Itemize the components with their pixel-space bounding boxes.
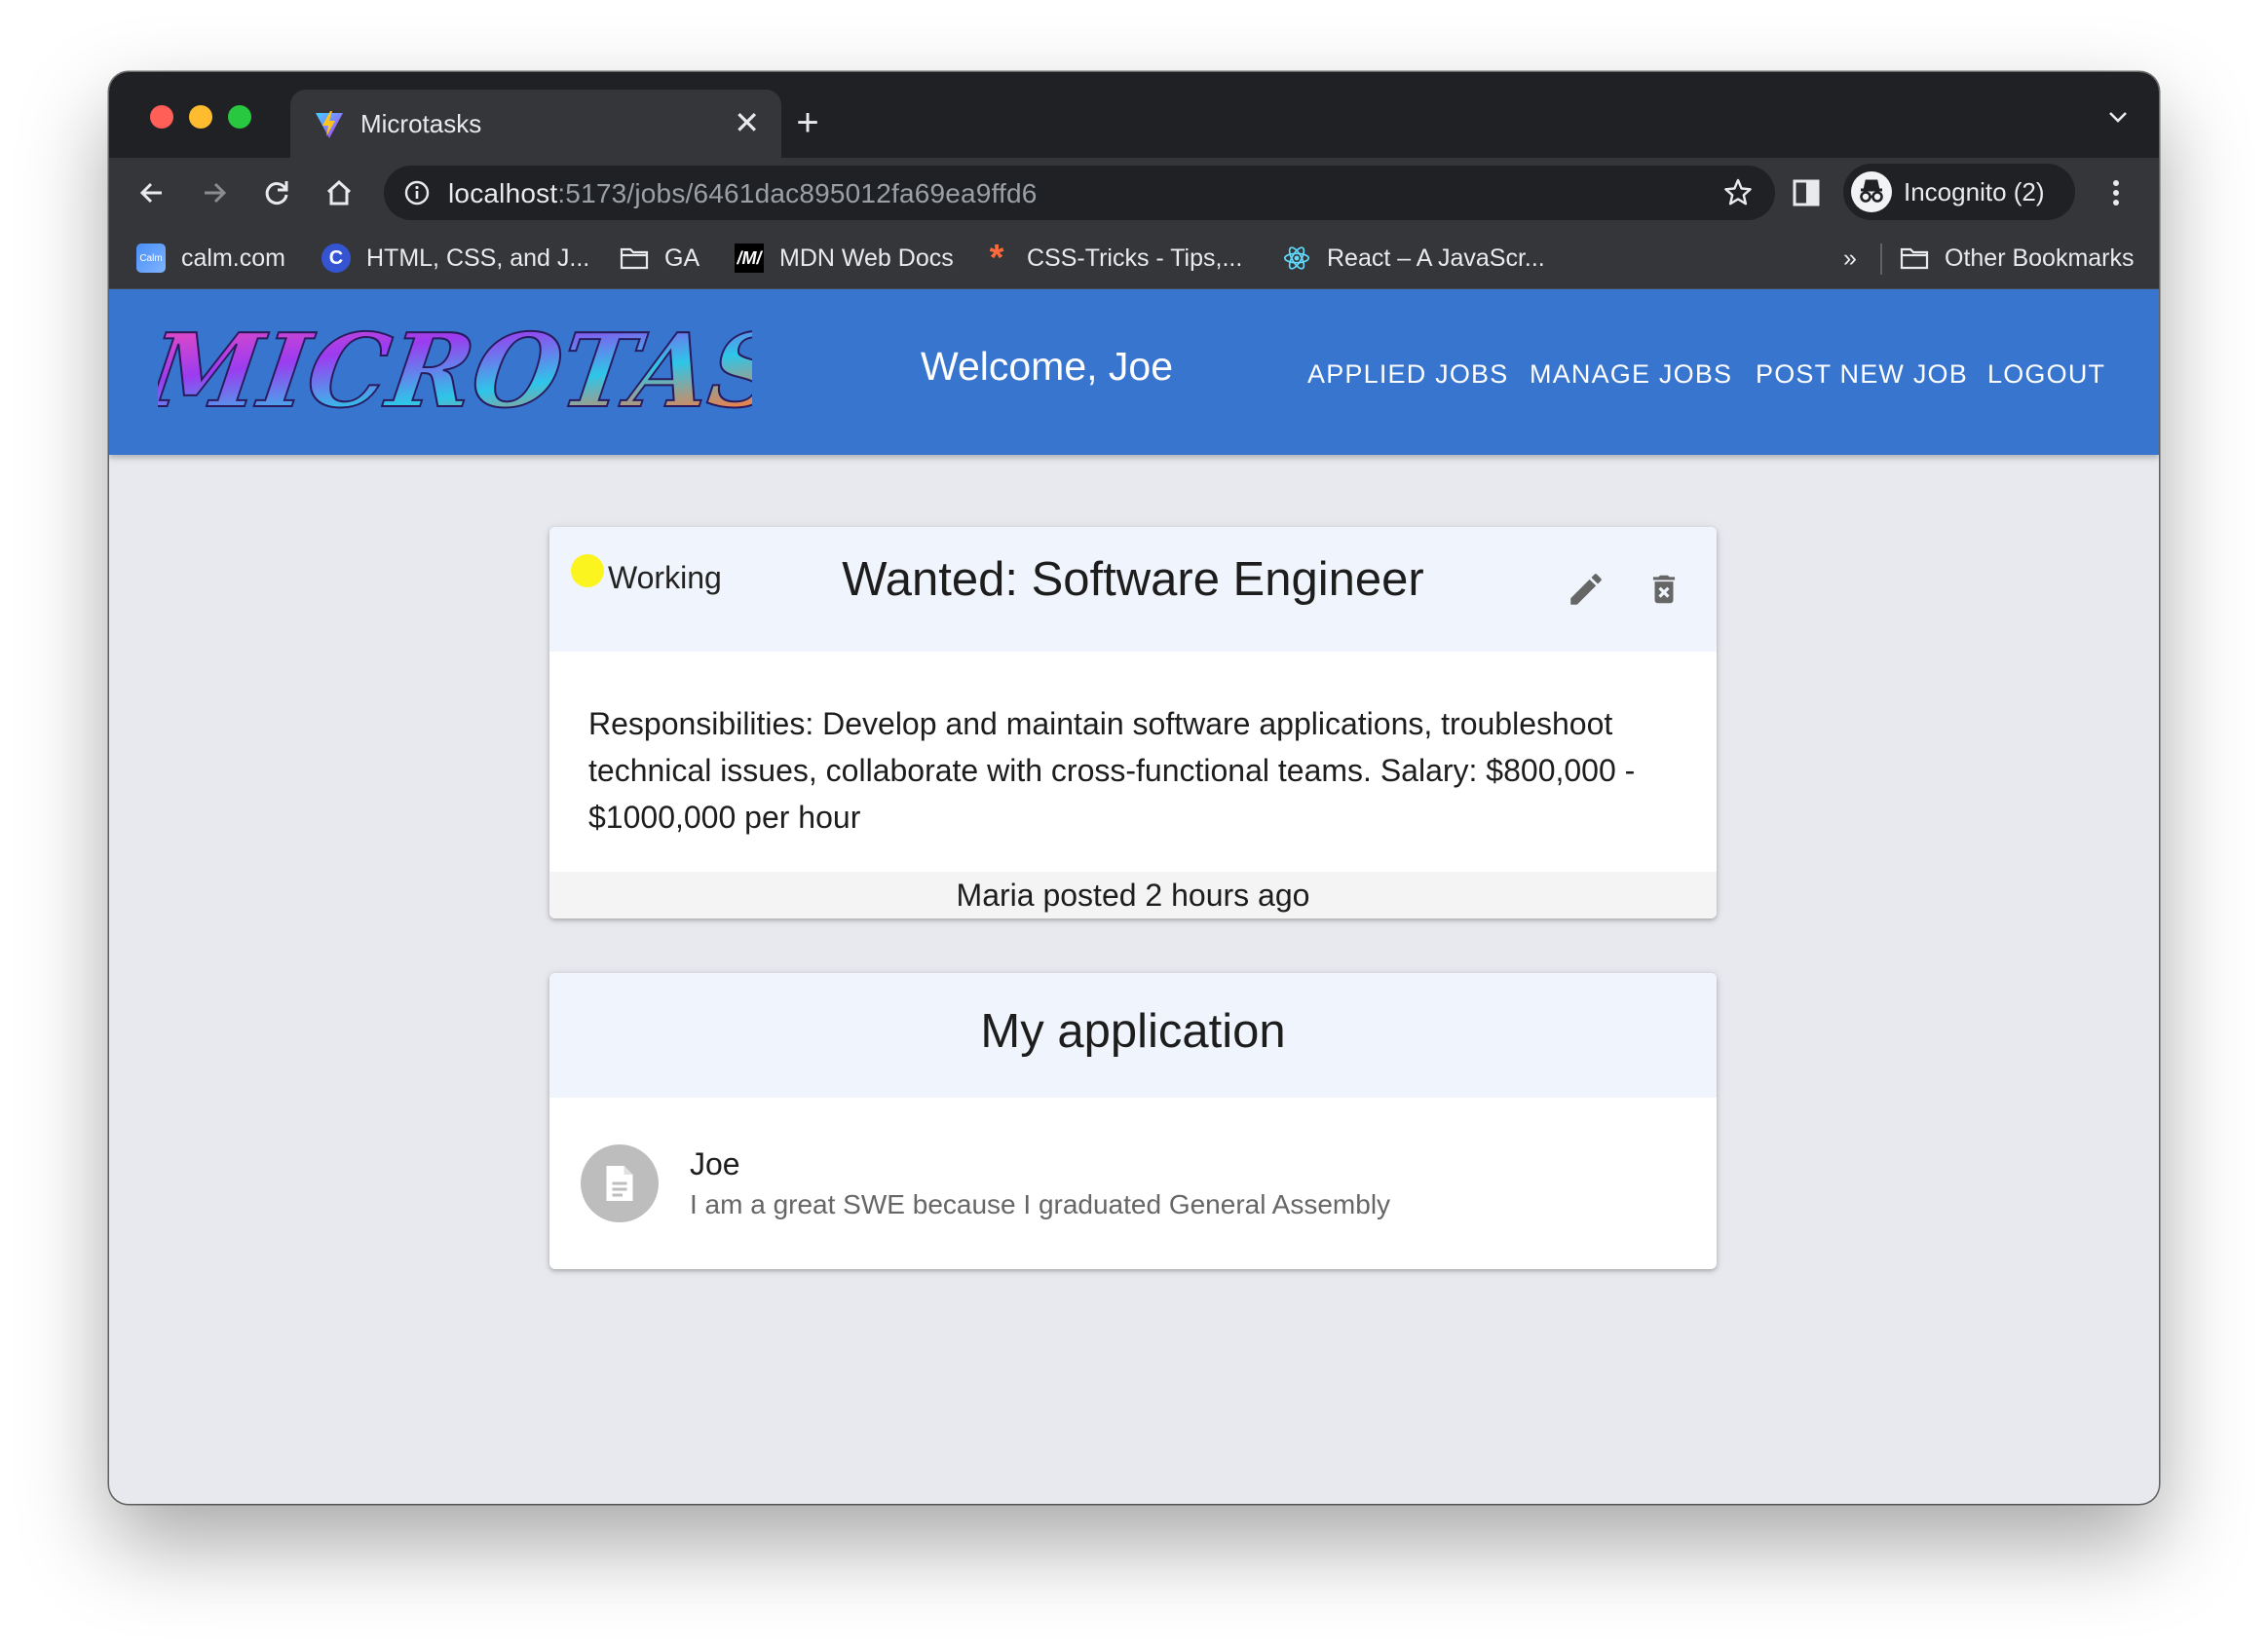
bookmark-html-css[interactable]: C HTML, CSS, and J... (321, 242, 589, 275)
incognito-icon (1851, 171, 1892, 212)
other-bookmarks-label: Other Bookmarks (1945, 243, 2135, 272)
bookmark-label: React – A JavaScr... (1327, 243, 1545, 272)
url-text: localhost:5173/jobs/6461dac895012fa69ea9… (448, 178, 1038, 209)
reload-icon (265, 181, 288, 205)
welcome-text: Welcome, Joe (921, 344, 1174, 389)
application-card: My application Joe I am a great SWE beca… (549, 973, 1717, 1269)
forward-button[interactable] (193, 171, 236, 214)
application-card-header: My application (549, 973, 1717, 1098)
browser-tab[interactable]: Microtasks ✕ (290, 90, 781, 158)
bookmark-calm[interactable]: Calm calm.com (136, 242, 285, 275)
tab-search-chevron-icon[interactable] (2106, 105, 2130, 129)
kebab-menu-icon (2113, 180, 2119, 206)
url-path: :5173/jobs/6461dac895012fa69ea9ffd6 (557, 178, 1038, 208)
maximize-window-button[interactable] (228, 105, 251, 129)
side-panel-button[interactable] (1785, 171, 1828, 214)
bookmark-folder-ga[interactable]: GA (620, 242, 699, 275)
microtasks-logo[interactable]: MICROTASKS (158, 309, 752, 435)
bookmark-mdn[interactable]: /M/ MDN Web Docs (735, 242, 954, 275)
nav-applied-jobs[interactable]: APPLIED JOBS (1307, 359, 1508, 390)
browser-window: Microtasks ✕ + localhost:5173/jobs/6461d… (109, 72, 2159, 1504)
bookmark-label: HTML, CSS, and J... (366, 243, 590, 272)
vite-icon (316, 111, 343, 138)
bookmark-css-tricks[interactable]: * CSS-Tricks - Tips,... (982, 237, 1243, 279)
incognito-profile-button[interactable]: Incognito (2) (1843, 164, 2075, 220)
nav-post-new-job[interactable]: POST NEW JOB (1756, 359, 1968, 390)
tab-strip: Microtasks ✕ + (109, 72, 2159, 158)
job-card-header: Working Wanted: Software Engineer (549, 527, 1717, 652)
bookmark-label: calm.com (181, 243, 285, 272)
mdn-icon: /M/ (735, 243, 764, 273)
bookmark-label: MDN Web Docs (779, 243, 954, 272)
job-card: Working Wanted: Software Engineer Respon… (549, 527, 1717, 918)
edit-job-button[interactable] (1559, 562, 1613, 617)
tab-title: Microtasks (360, 109, 482, 138)
minimize-window-button[interactable] (189, 105, 212, 129)
document-icon (606, 1166, 633, 1201)
tab-close-icon[interactable]: ✕ (734, 103, 760, 142)
profile-label: Incognito (2) (1904, 177, 2045, 206)
pencil-icon (1570, 574, 1602, 605)
app-header: MICROTASKS Welcome, Joe APPLIED JOBS MAN… (109, 289, 2159, 455)
arrow-right-icon (205, 182, 227, 204)
arrow-left-icon (139, 182, 162, 204)
job-posted-footer: Maria posted 2 hours ago (549, 872, 1717, 918)
applicant-name: Joe (690, 1146, 740, 1181)
delete-job-button[interactable] (1637, 562, 1691, 617)
c-icon: C (321, 243, 351, 273)
nav-logout[interactable]: LOGOUT (1987, 359, 2105, 390)
trash-icon (1652, 575, 1676, 604)
overflow-chevron-icon: » (1843, 243, 1857, 272)
bookmark-label: GA (664, 243, 700, 272)
react-icon (1282, 243, 1311, 273)
bookmark-star-icon[interactable] (1722, 177, 1754, 208)
nav-manage-jobs[interactable]: MANAGE JOBS (1530, 359, 1732, 390)
bookmark-label: CSS-Tricks - Tips,... (1027, 243, 1243, 272)
job-title: Wanted: Software Engineer (842, 553, 1424, 606)
url-host: localhost (448, 178, 558, 208)
browser-toolbar: localhost:5173/jobs/6461dac895012fa69ea9… (109, 158, 2159, 228)
close-window-button[interactable] (150, 105, 173, 129)
info-icon[interactable] (403, 179, 431, 206)
application-heading: My application (980, 1005, 1286, 1058)
reload-button[interactable] (255, 171, 298, 214)
asterisk-icon: * (989, 237, 1004, 279)
bookmark-react[interactable]: React – A JavaScr... (1282, 242, 1545, 275)
bookmarks-overflow-button[interactable]: » (1843, 242, 1857, 275)
svg-text:MICROTASKS: MICROTASKS (158, 311, 752, 430)
bookmarks-divider (1880, 243, 1882, 275)
folder-icon (620, 243, 649, 273)
bookmarks-bar: Calm calm.com C HTML, CSS, and J... GA /… (109, 228, 2159, 289)
browser-menu-button[interactable] (2095, 171, 2137, 214)
new-tab-button[interactable]: + (783, 99, 832, 146)
document-avatar (581, 1144, 659, 1222)
other-bookmarks-button[interactable]: Other Bookmarks (1900, 242, 2135, 275)
address-bar[interactable]: localhost:5173/jobs/6461dac895012fa69ea9… (384, 166, 1775, 220)
application-message: I am a great SWE because I graduated Gen… (690, 1189, 1391, 1219)
back-button[interactable] (131, 171, 173, 214)
home-button[interactable] (318, 171, 360, 214)
job-description: Responsibilities: Develop and maintain s… (588, 706, 1636, 835)
calm-icon: Calm (136, 243, 166, 273)
home-icon (326, 179, 352, 206)
side-panel-icon (1793, 179, 1820, 206)
folder-icon (1900, 243, 1929, 273)
